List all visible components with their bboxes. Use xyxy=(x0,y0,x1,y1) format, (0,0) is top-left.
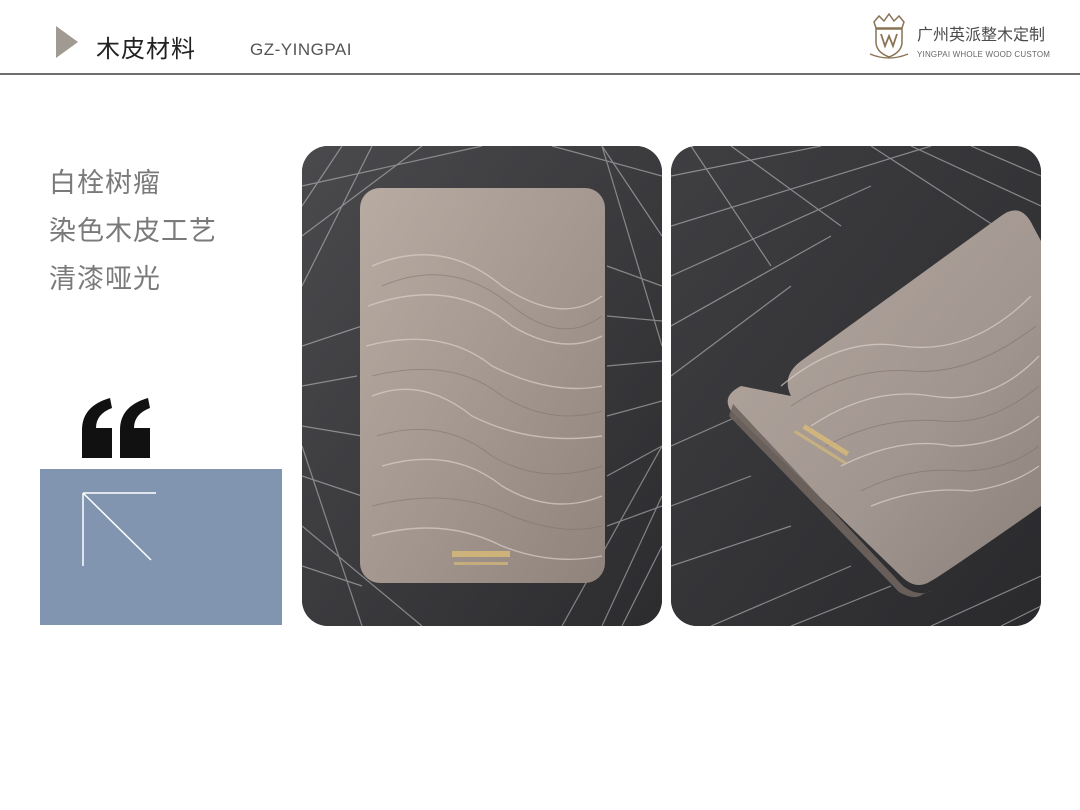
title-triangle-icon xyxy=(56,26,78,58)
brand-name-en: YINGPAI WHOLE WOOD CUSTOM xyxy=(917,50,1051,59)
page-subtitle: GZ-YINGPAI xyxy=(250,40,352,59)
quotation-mark-icon xyxy=(82,398,150,458)
description-block: 白栓树瘤 染色木皮工艺 清漆哑光 xyxy=(49,160,217,304)
veneer-sample-photo-front xyxy=(302,146,662,626)
brand-name-cn: 广州英派整木定制 xyxy=(917,25,1046,44)
crown-shield-logo-icon xyxy=(869,12,909,59)
description-line: 清漆哑光 xyxy=(49,264,161,295)
header: 木皮材料 GZ-YINGPAI 广州英派整木定制 YINGPAI WHOLE W… xyxy=(0,0,1080,76)
veneer-sample-photo-angled xyxy=(671,146,1041,626)
decorative-blue-panel xyxy=(40,469,282,625)
page-title: 木皮材料 xyxy=(96,35,196,63)
description-line: 白栓树瘤 xyxy=(49,168,161,199)
corner-arrow-icon xyxy=(82,492,156,566)
header-divider xyxy=(0,73,1080,75)
description-line: 染色木皮工艺 xyxy=(49,216,217,247)
